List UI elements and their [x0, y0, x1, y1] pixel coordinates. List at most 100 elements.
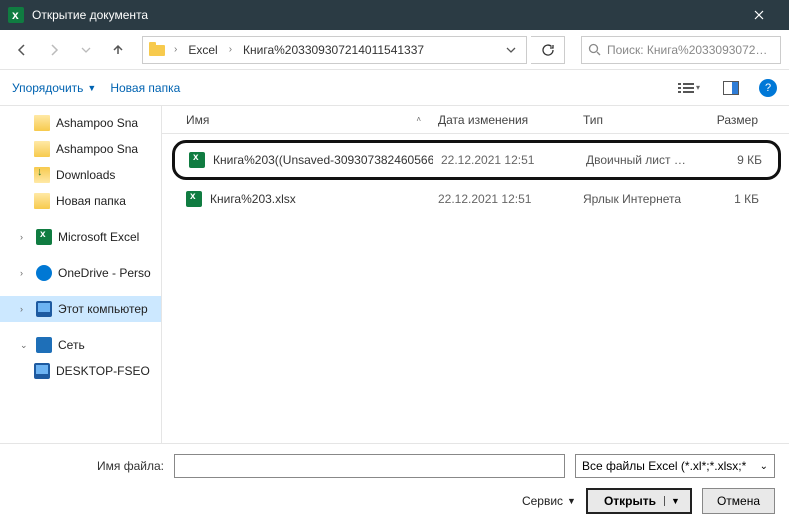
column-header-size[interactable]: Размер	[695, 106, 767, 133]
open-split-icon[interactable]: ▼	[664, 496, 680, 506]
breadcrumb-folder[interactable]: Книга%203309307214011541337	[241, 43, 426, 57]
filename-input[interactable]	[174, 454, 565, 478]
chevron-down-icon: ▼	[567, 496, 576, 506]
file-filter-dropdown[interactable]: Все файлы Excel (*.xl*;*.xlsx;* ⌄	[575, 454, 775, 478]
address-folder-icon	[149, 42, 165, 58]
sidebar-item-downloads[interactable]: Downloads	[0, 162, 161, 188]
column-header-date[interactable]: Дата изменения	[430, 106, 575, 133]
address-dropdown-icon[interactable]	[502, 47, 520, 53]
file-rows: Книга%203((Unsaved-3093073824605660… 22.…	[162, 134, 789, 443]
sidebar-item-label: Этот компьютер	[58, 302, 148, 316]
toolbar: Упорядочить ▼ Новая папка ?	[0, 70, 789, 106]
address-bar[interactable]: › Excel › Книга%203309307214011541337	[142, 36, 527, 64]
refresh-button[interactable]	[531, 36, 565, 64]
nav-back-button[interactable]	[8, 36, 36, 64]
open-button[interactable]: Открыть ▼	[586, 488, 692, 514]
organize-label: Упорядочить	[12, 81, 83, 95]
pc-icon	[36, 301, 52, 317]
downloads-icon	[34, 167, 50, 183]
file-filter-label: Все файлы Excel (*.xl*;*.xlsx;*	[582, 459, 746, 473]
excel-file-icon	[189, 152, 205, 168]
body-area: Ashampoo Sna Ashampoo Sna Downloads Нова…	[0, 106, 789, 443]
nav-up-button[interactable]	[104, 36, 132, 64]
sidebar-item-desktop-fseo[interactable]: DESKTOP-FSEO	[0, 358, 161, 384]
sidebar-item-label: Microsoft Excel	[58, 230, 139, 244]
svg-text:x: x	[12, 8, 19, 22]
column-label: Тип	[583, 113, 603, 127]
folder-icon	[34, 141, 50, 157]
chevron-right-icon: ›	[171, 44, 180, 55]
search-input[interactable]	[607, 43, 774, 57]
sidebar-item-network[interactable]: ⌄ Сеть	[0, 332, 161, 358]
chevron-right-icon: ›	[20, 268, 30, 278]
open-label: Открыть	[604, 494, 656, 508]
file-size: 1 КБ	[695, 192, 767, 206]
file-size: 9 КБ	[698, 153, 770, 167]
sidebar-item-label: OneDrive - Perso	[58, 266, 151, 280]
sidebar-item-ashampoo-2[interactable]: Ashampoo Sna	[0, 136, 161, 162]
column-label: Дата изменения	[438, 113, 528, 127]
file-type: Ярлык Интернета	[575, 192, 695, 206]
excel-icon	[36, 229, 52, 245]
folder-icon	[34, 193, 50, 209]
file-date: 22.12.2021 12:51	[433, 153, 578, 167]
titlebar: x Открытие документа	[0, 0, 789, 30]
sidebar-item-label: Ashampoo Sna	[56, 142, 138, 156]
sidebar-item-label: Новая папка	[56, 194, 126, 208]
onedrive-icon	[36, 265, 52, 281]
chevron-right-icon: ›	[20, 232, 30, 242]
tools-label: Сервис	[522, 494, 563, 508]
nav-row: › Excel › Книга%203309307214011541337	[0, 30, 789, 70]
nav-forward-button[interactable]	[40, 36, 68, 64]
column-headers: Имя ˄ Дата изменения Тип Размер	[162, 106, 789, 134]
file-name: Книга%203.xlsx	[210, 192, 296, 206]
column-label: Размер	[717, 113, 758, 127]
sidebar-item-thispc[interactable]: › Этот компьютер	[0, 296, 161, 322]
network-icon	[36, 337, 52, 353]
pc-icon	[34, 363, 50, 379]
sidebar-item-label: DESKTOP-FSEO	[56, 364, 150, 378]
organize-button[interactable]: Упорядочить ▼	[12, 81, 96, 95]
new-folder-button[interactable]: Новая папка	[110, 81, 180, 95]
chevron-down-icon: ▼	[87, 83, 96, 93]
file-row[interactable]: Книга%203((Unsaved-3093073824605660… 22.…	[172, 140, 781, 180]
tools-dropdown[interactable]: Сервис ▼	[522, 494, 576, 508]
excel-file-icon	[186, 191, 202, 207]
chevron-right-icon: ›	[20, 304, 30, 314]
search-box[interactable]	[581, 36, 781, 64]
file-row[interactable]: Книга%203.xlsx 22.12.2021 12:51 Ярлык Ин…	[172, 182, 781, 216]
window-title: Открытие документа	[32, 8, 736, 22]
column-label: Имя	[186, 113, 209, 127]
cancel-button[interactable]: Отмена	[702, 488, 775, 514]
column-header-name[interactable]: Имя ˄	[178, 106, 430, 133]
sort-asc-icon: ˄	[416, 115, 421, 124]
cancel-label: Отмена	[717, 494, 760, 508]
view-mode-button[interactable]	[675, 76, 703, 100]
help-button[interactable]: ?	[759, 79, 777, 97]
file-name: Книга%203((Unsaved-3093073824605660…	[213, 153, 433, 167]
chevron-down-icon: ⌄	[20, 340, 30, 351]
breadcrumb-excel[interactable]: Excel	[186, 43, 219, 57]
excel-app-icon: x	[8, 7, 24, 23]
file-type: Двоичный лист …	[578, 153, 698, 167]
search-icon	[588, 43, 601, 56]
chevron-right-icon: ›	[226, 44, 235, 55]
file-date: 22.12.2021 12:51	[430, 192, 575, 206]
column-header-type[interactable]: Тип	[575, 106, 695, 133]
sidebar-item-newfolder[interactable]: Новая папка	[0, 188, 161, 214]
file-area: Имя ˄ Дата изменения Тип Размер Книга%203…	[162, 106, 789, 443]
sidebar-item-onedrive[interactable]: › OneDrive - Perso	[0, 260, 161, 286]
preview-pane-button[interactable]	[717, 76, 745, 100]
window-close-button[interactable]	[736, 0, 781, 30]
filename-label: Имя файла:	[14, 459, 164, 473]
chevron-down-icon: ⌄	[760, 461, 768, 472]
sidebar-item-excel[interactable]: › Microsoft Excel	[0, 224, 161, 250]
sidebar-item-label: Ashampoo Sna	[56, 116, 138, 130]
nav-recent-dropdown[interactable]	[72, 36, 100, 64]
new-folder-label: Новая папка	[110, 81, 180, 95]
sidebar-item-label: Downloads	[56, 168, 115, 182]
folder-icon	[34, 115, 50, 131]
sidebar-item-ashampoo-1[interactable]: Ashampoo Sna	[0, 110, 161, 136]
sidebar-item-label: Сеть	[58, 338, 85, 352]
bottom-bar: Имя файла: Все файлы Excel (*.xl*;*.xlsx…	[0, 443, 789, 529]
